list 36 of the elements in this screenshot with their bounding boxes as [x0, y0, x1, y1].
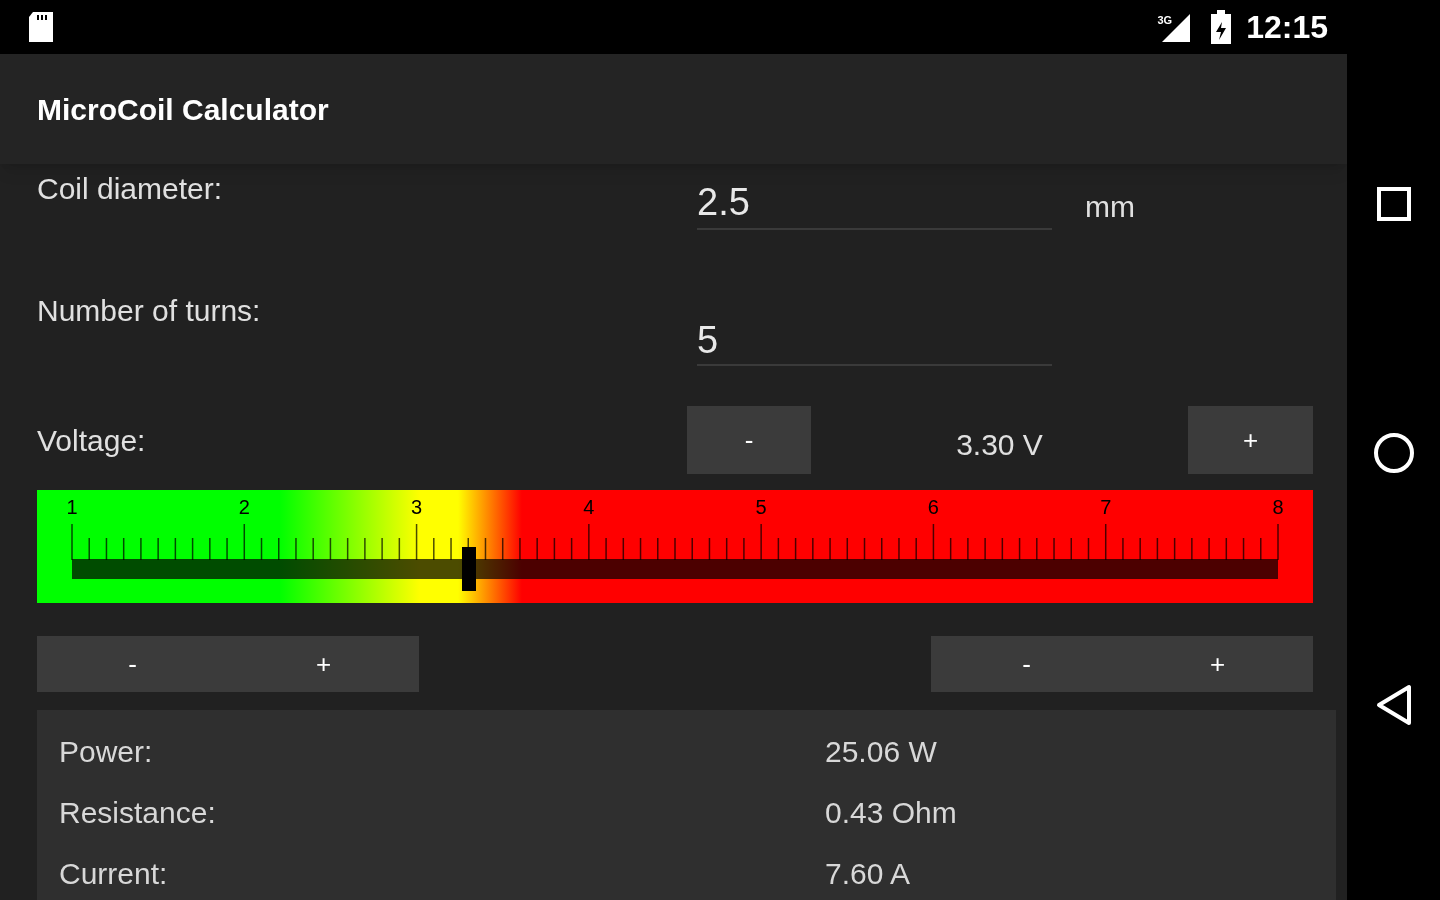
slider-thumb[interactable] [461, 547, 476, 591]
input-field[interactable]: 5 [697, 282, 1052, 366]
scale-label: 1 [66, 495, 78, 519]
voltage-reading: 3.30 V [955, 427, 1044, 463]
increase-button[interactable]: + [1188, 406, 1313, 474]
decrease-button[interactable]: - [37, 636, 228, 692]
scale-label: 3 [411, 495, 423, 519]
network-type: 3G [1157, 13, 1173, 28]
input-field[interactable]: 2.5 [697, 164, 1052, 230]
result-label: Power: [59, 734, 154, 769]
field-label: Number of turns: [36, 293, 262, 329]
home-icon[interactable] [1372, 432, 1415, 474]
app-title: MicroCoil Calculator [37, 91, 329, 128]
clock: 12:15 [1246, 8, 1328, 47]
decrease-button[interactable]: - [687, 406, 811, 474]
field-label: Voltage: [36, 423, 147, 459]
field-label: Coil diameter: [36, 171, 224, 207]
scale-label: 6 [927, 495, 939, 519]
decrease-button[interactable]: - [931, 636, 1122, 692]
result-label: Resistance: [59, 795, 217, 830]
scale-label: 5 [755, 495, 767, 519]
increase-button[interactable]: + [1122, 636, 1313, 692]
scale-label: 7 [1100, 495, 1112, 519]
result-label: Current: [59, 856, 169, 891]
scale-label: 2 [238, 495, 250, 519]
sd-card-icon [27, 11, 55, 43]
scale-label: 8 [1272, 495, 1284, 519]
result-value: 7.60 A [825, 856, 911, 891]
battery-icon [1210, 10, 1233, 44]
recents-icon[interactable] [1375, 186, 1412, 222]
result-value: 0.43 Ohm [825, 795, 957, 830]
result-value: 25.06 W [825, 734, 937, 769]
unit-label: mm [1085, 189, 1135, 225]
increase-button[interactable]: + [228, 636, 419, 692]
back-icon[interactable] [1374, 684, 1413, 726]
scale-label: 4 [583, 495, 595, 519]
